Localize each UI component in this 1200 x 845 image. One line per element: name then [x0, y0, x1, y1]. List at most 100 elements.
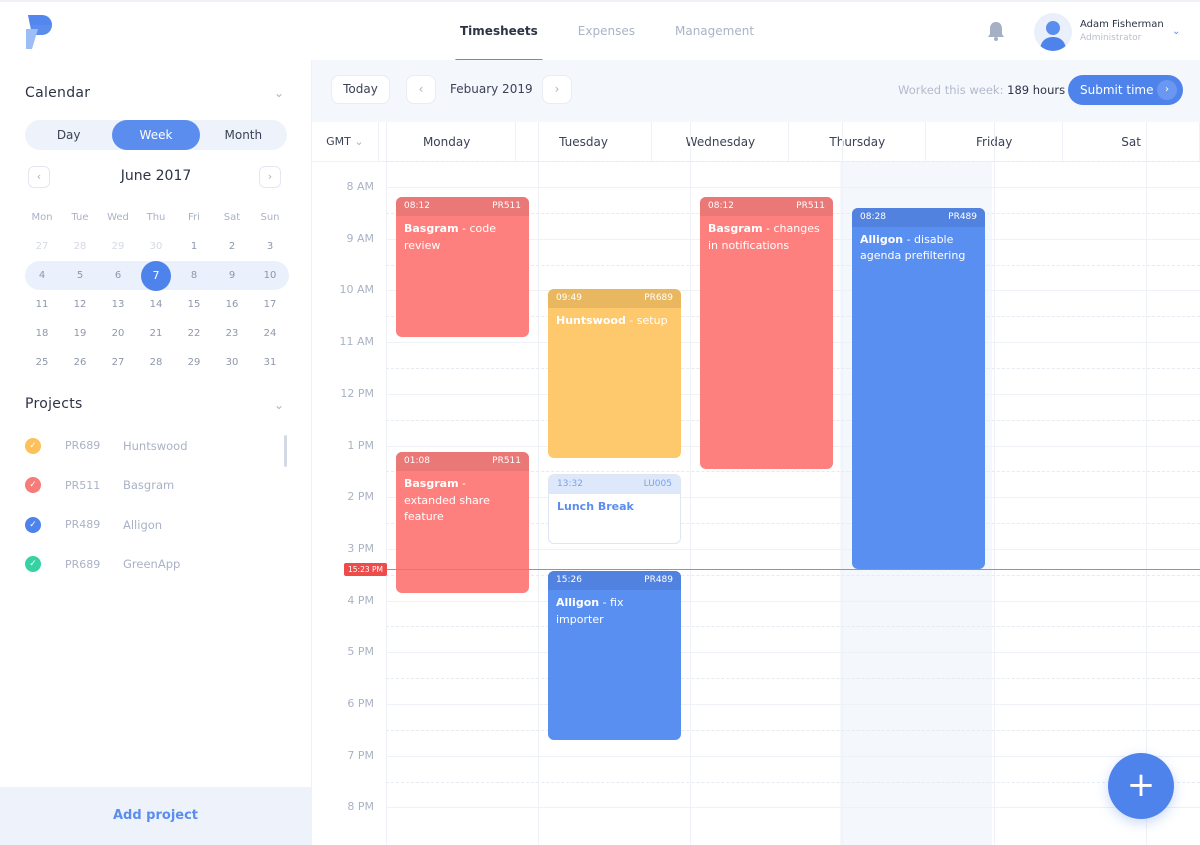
mini-calendar-day[interactable]: 4: [23, 270, 61, 281]
project-name: GreenApp: [123, 557, 181, 572]
mini-calendar-day[interactable]: 12: [61, 299, 99, 310]
user-avatar[interactable]: [1034, 13, 1072, 51]
mini-calendar-day[interactable]: 29: [175, 357, 213, 368]
week-row: 11 12 13 14 15 16 17: [23, 290, 289, 319]
time-entry-project: Basgram: [708, 222, 763, 236]
calendar-collapse-chevron-icon[interactable]: ⌄: [274, 86, 284, 100]
mini-calendar-day[interactable]: 11: [23, 299, 61, 310]
add-project-button[interactable]: Add project: [0, 787, 311, 845]
mini-calendar-day[interactable]: 8: [175, 270, 213, 281]
mini-calendar-day[interactable]: 19: [61, 328, 99, 339]
mini-calendar-day[interactable]: 30: [137, 241, 175, 252]
project-item[interactable]: ✓ PR689 Huntswood: [25, 426, 295, 466]
submit-label: Submit time: [1080, 83, 1154, 97]
nav-tab-management[interactable]: Management: [655, 2, 774, 62]
mini-calendar-day[interactable]: 21: [137, 328, 175, 339]
mini-calendar-day[interactable]: 28: [61, 241, 99, 252]
time-entry[interactable]: 13:32 LU005 Lunch Break: [548, 473, 681, 544]
time-entry-project: Alligon: [860, 232, 904, 246]
today-button[interactable]: Today: [331, 75, 390, 104]
project-code: PR689: [65, 557, 101, 571]
time-entry-project: Basgram: [404, 222, 459, 236]
mini-calendar-day[interactable]: 5: [61, 270, 99, 281]
view-day-button[interactable]: Day: [25, 120, 112, 150]
chevron-down-icon: ⌄: [354, 135, 364, 148]
mini-calendar-prev-button[interactable]: ‹: [28, 166, 50, 188]
mini-calendar-day[interactable]: 1: [175, 241, 213, 252]
mini-calendar-day[interactable]: 30: [213, 357, 251, 368]
hour-label: 9 AM: [346, 231, 374, 245]
mini-calendar-day[interactable]: 27: [99, 357, 137, 368]
mini-calendar-day[interactable]: 28: [137, 357, 175, 368]
time-entry-start: 13:32: [557, 478, 583, 489]
time-entry[interactable]: 08:12 PR511 Basgram - changes in notificat…: [700, 197, 833, 469]
projects-collapse-chevron-icon[interactable]: ⌄: [274, 398, 284, 412]
time-entry-title: Basgram - extanded share feature: [396, 471, 529, 531]
checkbox-checked-icon[interactable]: ✓: [25, 516, 41, 533]
mini-calendar-day[interactable]: 17: [251, 299, 289, 310]
mini-calendar-day[interactable]: 25: [23, 357, 61, 368]
submit-time-button[interactable]: Submit time ›: [1068, 75, 1183, 105]
time-entry[interactable]: 09:49 PR689 Huntswood - setup: [548, 288, 681, 459]
checkbox-checked-icon[interactable]: ✓: [25, 556, 41, 573]
app-logo[interactable]: [24, 15, 52, 49]
calendar-section-title: Calendar: [25, 85, 91, 101]
mini-calendar-today[interactable]: 7: [137, 260, 175, 291]
mini-calendar-day[interactable]: 20: [99, 328, 137, 339]
timezone-select[interactable]: GMT ⌄: [312, 122, 379, 161]
mini-calendar-day[interactable]: 10: [251, 270, 289, 281]
sidebar: Calendar ⌄ Day Week Month June 2017 ‹ › …: [0, 60, 312, 845]
chevron-right-icon: ›: [1157, 80, 1177, 100]
nav-tab-timesheets[interactable]: Timesheets: [440, 2, 558, 62]
time-entry[interactable]: 15:26 PR489 Alligon - fix importer: [548, 571, 681, 741]
checkbox-checked-icon[interactable]: ✓: [25, 477, 41, 494]
mini-calendar-day[interactable]: 9: [213, 270, 251, 281]
add-entry-fab[interactable]: +: [1108, 753, 1174, 819]
worked-this-week: Worked this week: 189 hours: [898, 83, 1065, 97]
time-entry-title: Alligon - disable agenda prefiltering: [852, 227, 985, 270]
mini-calendar-day[interactable]: 27: [23, 241, 61, 252]
bell-icon[interactable]: [986, 20, 1006, 42]
time-entry[interactable]: 08:12 PR511 Basgram - code review: [396, 197, 529, 337]
project-item[interactable]: ✓ PR511 Basgram: [25, 466, 295, 506]
mini-calendar-day[interactable]: 23: [213, 328, 251, 339]
user-name: Adam Fisherman: [1080, 19, 1164, 30]
project-item[interactable]: ✓ PR689 GreenApp: [25, 545, 295, 585]
weekday-label: Sat: [223, 212, 241, 223]
weekday-label: Mon: [31, 212, 53, 223]
project-list-scrollbar[interactable]: [284, 435, 287, 467]
mini-calendar-day[interactable]: 14: [137, 299, 175, 310]
mini-calendar-day[interactable]: 29: [99, 241, 137, 252]
mini-calendar-day[interactable]: 24: [251, 328, 289, 339]
mini-calendar-next-button[interactable]: ›: [259, 166, 281, 188]
time-entry[interactable]: 08:28 PR489 Alligon - disable agenda prefi…: [852, 207, 985, 569]
mini-calendar-day[interactable]: 15: [175, 299, 213, 310]
project-item[interactable]: ✓ PR489 Alligon: [25, 505, 295, 545]
user-menu-chevron-icon[interactable]: ⌄: [1172, 26, 1180, 37]
time-entry-code: LU005: [643, 478, 672, 489]
prev-week-button[interactable]: ‹: [406, 75, 436, 104]
half-hour-line: [386, 161, 1200, 163]
mini-calendar-day[interactable]: 26: [61, 357, 99, 368]
mini-calendar-day[interactable]: 6: [99, 270, 137, 281]
time-entry-header: 08:28 PR489: [852, 207, 985, 227]
next-week-button[interactable]: ›: [542, 75, 572, 104]
week-grid: GMT ⌄ Monday Tuesday Wednesday Thursday Frid…: [312, 122, 1200, 845]
mini-calendar-day[interactable]: 3: [251, 241, 289, 252]
mini-calendar-day[interactable]: 2: [213, 241, 251, 252]
mini-calendar-day[interactable]: 13: [99, 299, 137, 310]
view-week-button[interactable]: Week: [112, 120, 200, 150]
checkbox-checked-icon[interactable]: ✓: [25, 437, 41, 454]
day-header-monday: Monday: [379, 122, 516, 161]
view-month-button[interactable]: Month: [200, 120, 287, 150]
half-hour-line: [386, 626, 1200, 628]
time-entry-code: PR511: [492, 201, 521, 212]
mini-calendar-day[interactable]: 16: [213, 299, 251, 310]
time-entry[interactable]: 01:08 PR511 Basgram - extanded share featu…: [396, 452, 529, 593]
nav-tab-expenses[interactable]: Expenses: [558, 2, 655, 62]
mini-calendar: Mon Tue Wed Thu Fri Sat Sun 27 28 29 30 1 2 3 4 5 6 7 8 9 10…: [23, 203, 289, 377]
mini-calendar-day[interactable]: 31: [251, 357, 289, 368]
hour-label: 8 PM: [347, 800, 374, 814]
mini-calendar-day[interactable]: 22: [175, 328, 213, 339]
mini-calendar-day[interactable]: 18: [23, 328, 61, 339]
